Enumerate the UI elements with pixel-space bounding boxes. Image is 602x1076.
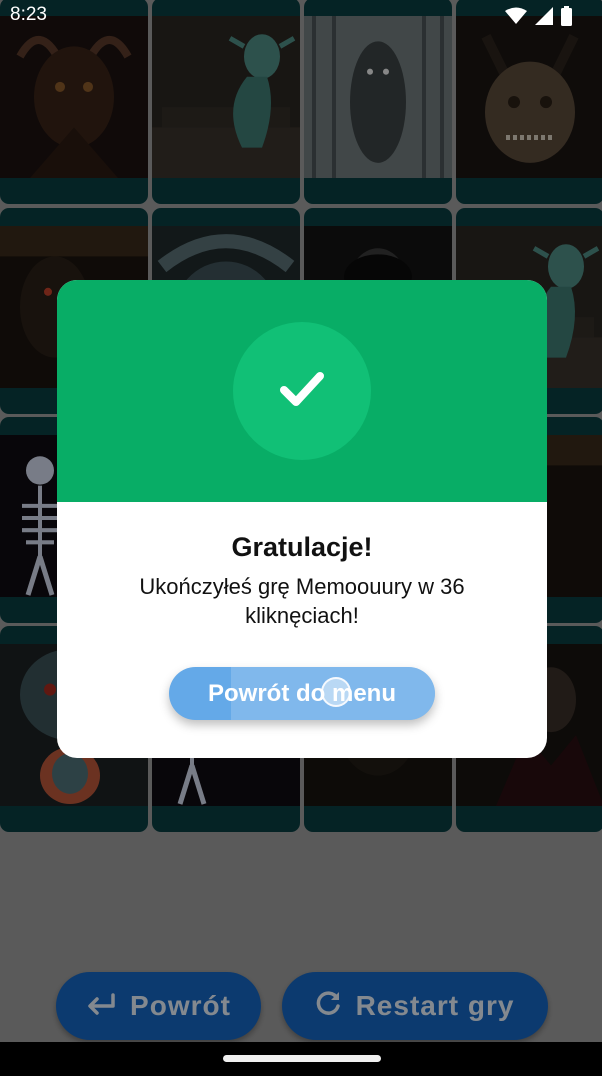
- dialog-message: Ukończyłeś grę Memoouury w 36 kliknęciac…: [139, 574, 465, 628]
- back-to-menu-label: Powrót do menu: [208, 679, 396, 707]
- back-to-menu-button[interactable]: Powrót do menu: [169, 667, 435, 720]
- cellular-signal-icon: [535, 7, 553, 30]
- congratulations-dialog: Gratulacje! Ukończyłeś grę Memoouury w 3…: [57, 280, 547, 758]
- dialog-header: [57, 280, 547, 502]
- checkmark-icon: [279, 370, 325, 413]
- dialog-title: Gratulacje!: [231, 532, 373, 562]
- screen: 8:23 Powrót Restart gry Gratulacje! Ukoń…: [0, 0, 602, 1076]
- wifi-icon: [505, 7, 527, 30]
- home-gesture-handle[interactable]: [223, 1055, 381, 1062]
- status-bar: 8:23: [0, 0, 602, 30]
- status-icons: [505, 6, 572, 31]
- success-badge: [233, 322, 371, 460]
- system-nav-bar: [0, 1042, 602, 1076]
- status-time: 8:23: [10, 4, 47, 25]
- battery-icon: [561, 6, 572, 31]
